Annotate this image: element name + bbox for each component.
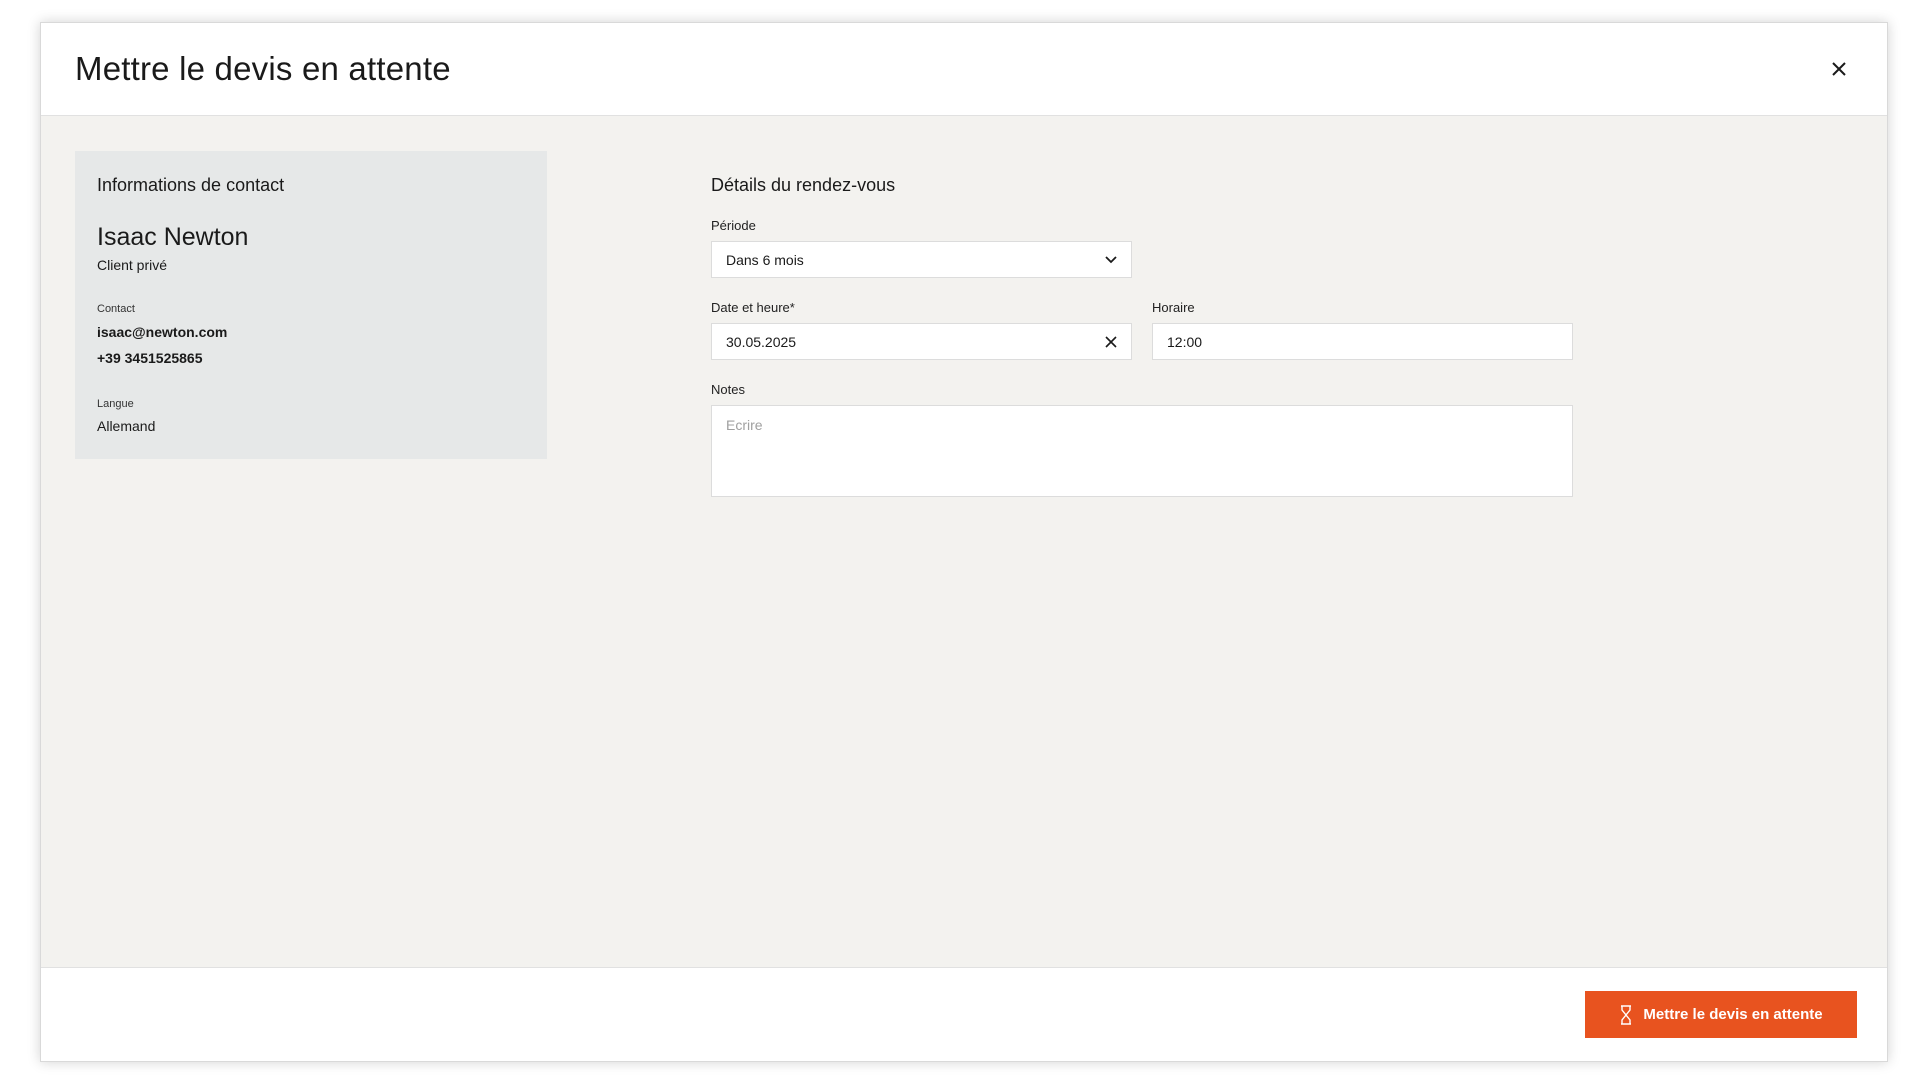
dialog-body: Informations de contact Isaac Newton Cli… bbox=[41, 116, 1887, 967]
notes-label: Notes bbox=[711, 382, 745, 397]
close-button[interactable] bbox=[1819, 49, 1859, 89]
period-value: Dans 6 mois bbox=[726, 251, 804, 268]
contact-phone: +39 3451525865 bbox=[97, 350, 203, 366]
contact-label: Contact bbox=[97, 303, 135, 315]
contact-info-card: Informations de contact Isaac Newton Cli… bbox=[75, 151, 547, 459]
appointment-heading: Détails du rendez-vous bbox=[711, 175, 896, 195]
contact-card-heading: Informations de contact bbox=[97, 175, 285, 195]
time-value: 12:00 bbox=[1167, 333, 1203, 350]
language-value: Allemand bbox=[97, 418, 156, 434]
date-value: 30.05.2025 bbox=[726, 333, 797, 350]
time-input[interactable]: 12:00 bbox=[1152, 323, 1573, 360]
dialog-header: Mettre le devis en attente bbox=[41, 23, 1887, 116]
time-label: Horaire bbox=[1152, 300, 1195, 315]
hold-quote-dialog: Mettre le devis en attente Informations … bbox=[40, 22, 1888, 1062]
contact-type: Client privé bbox=[97, 257, 168, 273]
close-icon bbox=[1832, 62, 1846, 76]
dialog-title: Mettre le devis en attente bbox=[75, 50, 451, 87]
appointment-details: Détails du rendez-vous Période Dans 6 mo… bbox=[711, 175, 1573, 502]
hold-quote-button-label: Mettre le devis en attente bbox=[1643, 1006, 1823, 1023]
contact-name: Isaac Newton bbox=[97, 223, 249, 251]
hourglass-icon bbox=[1621, 1004, 1632, 1025]
clear-icon[interactable] bbox=[1105, 335, 1117, 348]
period-label: Période bbox=[711, 218, 756, 233]
date-input[interactable]: 30.05.2025 bbox=[711, 323, 1132, 360]
dialog-footer: Mettre le devis en attente bbox=[41, 967, 1887, 1061]
hold-quote-button[interactable]: Mettre le devis en attente bbox=[1585, 991, 1857, 1038]
notes-textarea[interactable] bbox=[711, 405, 1573, 497]
period-select[interactable]: Dans 6 mois bbox=[711, 241, 1132, 278]
chevron-down-icon bbox=[1105, 255, 1117, 263]
language-label: Langue bbox=[97, 398, 134, 410]
contact-email: isaac@newton.com bbox=[97, 324, 228, 340]
date-label: Date et heure* bbox=[711, 300, 795, 315]
